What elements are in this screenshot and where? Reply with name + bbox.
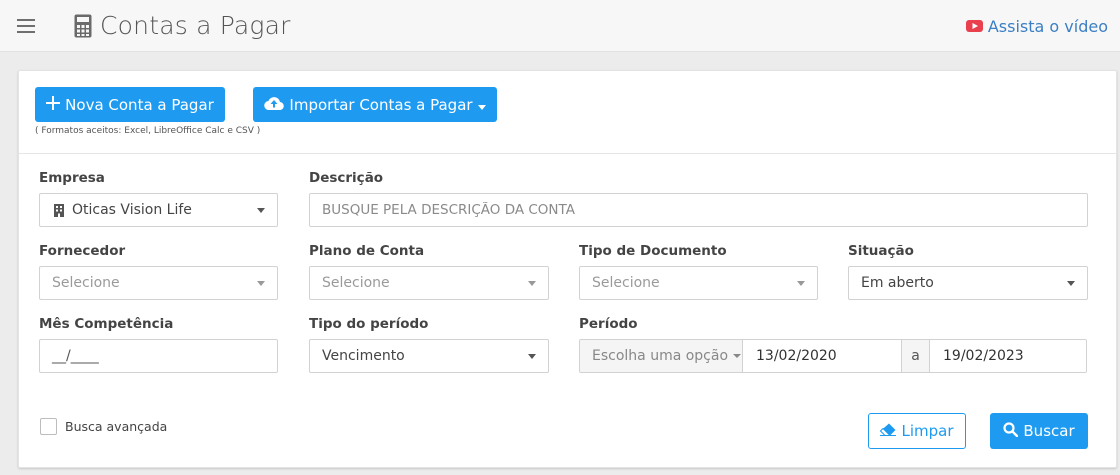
- periodo-end-value: 19/02/2023: [943, 348, 1024, 364]
- youtube-play-icon: [965, 17, 983, 36]
- chevron-down-icon: [528, 281, 536, 286]
- tipo-periodo-select[interactable]: Vencimento: [309, 339, 549, 373]
- plus-icon: [46, 95, 61, 114]
- chevron-down-icon: [1067, 281, 1075, 286]
- chevron-down-icon: [257, 281, 265, 286]
- watch-video-label: Assista o vídeo: [987, 17, 1108, 36]
- clear-label: Limpar: [901, 422, 954, 440]
- search-button[interactable]: Buscar: [990, 413, 1088, 449]
- descricao-label: Descrição: [309, 170, 384, 186]
- chevron-down-icon: [257, 208, 265, 213]
- mes-competencia-value: __/____: [52, 348, 99, 364]
- periodo-label: Período: [579, 316, 638, 332]
- accepted-formats-note: ( Formatos aceitos: Excel, LibreOffice C…: [35, 126, 261, 136]
- tipo-documento-placeholder: Selecione: [592, 275, 660, 291]
- clear-button[interactable]: Limpar: [868, 413, 966, 449]
- tipo-periodo-label: Tipo do período: [309, 316, 429, 332]
- situacao-select[interactable]: Em aberto: [848, 266, 1088, 300]
- search-icon: [1003, 421, 1019, 441]
- caret-down-icon: [477, 96, 486, 114]
- search-label: Buscar: [1023, 422, 1075, 440]
- mes-competencia-label: Mês Competência: [39, 316, 174, 332]
- tipo-documento-label: Tipo de Documento: [579, 243, 727, 259]
- empresa-select[interactable]: Oticas Vision Life: [39, 193, 278, 227]
- top-bar: Contas a Pagar Assista o vídeo: [0, 0, 1120, 52]
- mes-competencia-input[interactable]: __/____: [39, 339, 278, 373]
- periodo-option-select[interactable]: Escolha uma opção: [580, 340, 743, 372]
- empresa-value: Oticas Vision Life: [72, 202, 192, 218]
- plano-conta-label: Plano de Conta: [309, 243, 425, 259]
- descricao-input[interactable]: [309, 193, 1088, 227]
- calculator-icon: [74, 14, 92, 42]
- page-title: Contas a Pagar: [100, 11, 291, 40]
- periodo-start-input[interactable]: 13/02/2020: [743, 340, 902, 372]
- periodo-end-input[interactable]: 19/02/2023: [930, 340, 1086, 372]
- advanced-search-checkbox[interactable]: [40, 418, 57, 435]
- eraser-icon: [880, 422, 897, 440]
- new-bill-button[interactable]: Nova Conta a Pagar: [35, 87, 225, 122]
- cloud-upload-icon: [264, 96, 285, 114]
- filters-panel: Nova Conta a Pagar Importar Contas a Pag…: [18, 70, 1117, 468]
- advanced-search-label: Busca avançada: [65, 419, 168, 434]
- building-icon: [54, 203, 64, 217]
- empresa-label: Empresa: [39, 170, 105, 186]
- plano-conta-placeholder: Selecione: [322, 275, 390, 291]
- import-bills-label: Importar Contas a Pagar: [289, 95, 473, 114]
- periodo-start-value: 13/02/2020: [756, 348, 837, 364]
- chevron-down-icon: [733, 354, 742, 358]
- watch-video-link[interactable]: Assista o vídeo: [965, 17, 1108, 36]
- panel-actions: Nova Conta a Pagar Importar Contas a Pag…: [19, 71, 1116, 154]
- plano-conta-select[interactable]: Selecione: [309, 266, 549, 300]
- periodo-option-placeholder: Escolha uma opção: [592, 348, 729, 364]
- new-bill-label: Nova Conta a Pagar: [65, 95, 214, 114]
- import-bills-button[interactable]: Importar Contas a Pagar: [253, 87, 497, 122]
- situacao-label: Situação: [848, 243, 914, 259]
- periodo-range: Escolha uma opção 13/02/2020 a 19/02/202…: [579, 339, 1087, 373]
- fornecedor-placeholder: Selecione: [52, 275, 120, 291]
- situacao-value: Em aberto: [861, 275, 934, 291]
- fornecedor-select[interactable]: Selecione: [39, 266, 278, 300]
- chevron-down-icon: [797, 281, 805, 286]
- tipo-periodo-value: Vencimento: [322, 348, 405, 364]
- periodo-separator: a: [902, 340, 930, 372]
- fornecedor-label: Fornecedor: [39, 243, 126, 259]
- hamburger-icon[interactable]: [17, 19, 35, 33]
- chevron-down-icon: [528, 354, 536, 359]
- tipo-documento-select[interactable]: Selecione: [579, 266, 818, 300]
